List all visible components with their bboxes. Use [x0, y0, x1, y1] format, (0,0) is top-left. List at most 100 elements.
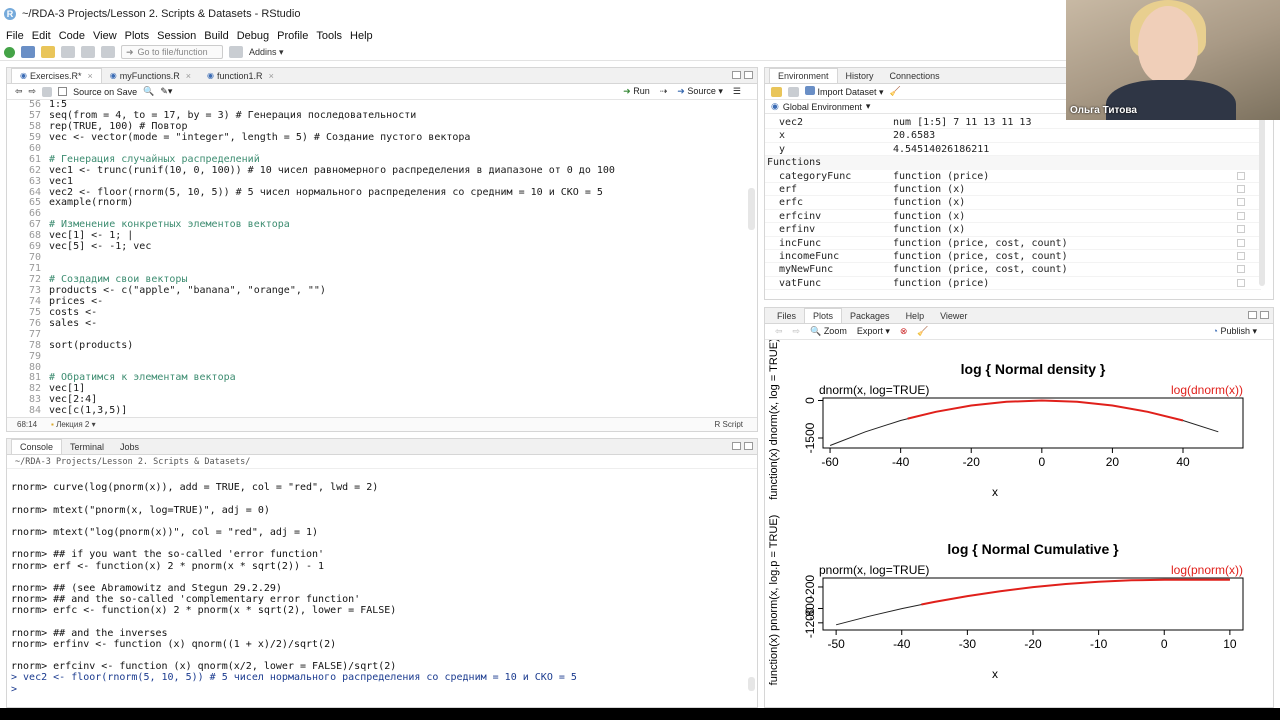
close-tab-icon[interactable]: × [88, 69, 93, 83]
env-function-row[interactable]: erfc function (x) [765, 196, 1261, 210]
menu-file[interactable]: File [4, 29, 30, 43]
view-function-icon[interactable] [1237, 211, 1245, 220]
rerun-icon[interactable]: ⇢ [660, 86, 668, 97]
view-function-icon[interactable] [1237, 278, 1245, 287]
maximize-plots-icon[interactable] [1260, 311, 1269, 319]
menu-profile[interactable]: Profile [275, 29, 314, 43]
file-type[interactable]: R Script [715, 420, 743, 429]
code-line[interactable]: 74 prices <- [7, 296, 747, 308]
code-line[interactable]: 65 example(rnorm) [7, 197, 747, 209]
view-function-icon[interactable] [1237, 238, 1245, 247]
tab-help[interactable]: Help [898, 309, 933, 323]
code-line[interactable]: 81 # Обратимся к элементам вектора [7, 372, 747, 384]
tab-console[interactable]: Console [11, 439, 63, 454]
menu-tools[interactable]: Tools [314, 29, 348, 43]
menu-debug[interactable]: Debug [235, 29, 275, 43]
code-line[interactable]: 59 vec <- vector(mode = "integer", length… [7, 132, 747, 144]
clear-broom-icon[interactable]: 🧹 [890, 86, 901, 97]
env-function-row[interactable]: erf function (x) [765, 183, 1261, 197]
env-function-row[interactable]: myNewFunc function (price, cost, count) [765, 263, 1261, 277]
tab-packages[interactable]: Packages [842, 309, 898, 323]
menu-view[interactable]: View [91, 29, 123, 43]
open-file-icon[interactable] [41, 46, 55, 58]
console-scrollbar[interactable] [748, 677, 755, 691]
previous-plot-icon[interactable]: ⇦ [775, 326, 783, 337]
code-line[interactable]: 75 costs <- [7, 307, 747, 319]
code-line[interactable]: 70 [7, 252, 747, 264]
code-line[interactable]: 63 vec1 [7, 176, 747, 188]
menu-edit[interactable]: Edit [30, 29, 57, 43]
minimize-plots-icon[interactable] [1248, 311, 1257, 319]
console-output[interactable]: rnorm> curve(log(pnorm(x)), add = TRUE, … [7, 471, 747, 695]
env-variable-row[interactable]: y 4.54514026186211 [765, 143, 1261, 157]
source-on-save-checkbox[interactable] [58, 87, 68, 96]
forward-arrow-icon[interactable]: ⇨ [29, 86, 37, 97]
load-workspace-icon[interactable] [771, 86, 782, 97]
tab-connections[interactable]: Connections [882, 69, 948, 83]
addins-menu[interactable]: Addins ▾ [249, 47, 284, 58]
tab-plots[interactable]: Plots [804, 308, 843, 323]
env-function-row[interactable]: erfcinv function (x) [765, 210, 1261, 224]
back-arrow-icon[interactable]: ⇦ [15, 86, 23, 97]
run-button[interactable]: ➜ Run [623, 86, 650, 97]
source-button[interactable]: ➜ Source ▾ [677, 86, 723, 97]
tab-viewer[interactable]: Viewer [932, 309, 975, 323]
editor-scrollbar[interactable] [748, 188, 755, 230]
import-dataset-button[interactable]: Import Dataset ▾ [805, 85, 884, 98]
goto-file-input[interactable]: ➜ Go to file/function [121, 45, 223, 59]
menu-build[interactable]: Build [202, 29, 234, 43]
outline-icon[interactable]: ☰ [733, 86, 741, 97]
tab-exercises-r[interactable]: ◉ Exercises.R* × [11, 68, 102, 83]
grid-layout-icon[interactable] [229, 46, 243, 58]
code-line[interactable]: 62 vec1 <- trunc(runif(10, 0, 100)) # 10 … [7, 165, 747, 177]
view-function-icon[interactable] [1237, 225, 1245, 234]
env-function-row[interactable]: categoryFunc function (price) [765, 170, 1261, 183]
remove-plot-icon[interactable]: ⊗ [900, 326, 908, 337]
code-tools-icon[interactable]: ✎▾ [160, 86, 172, 97]
env-function-row[interactable]: erfinv function (x) [765, 223, 1261, 237]
clear-plots-broom-icon[interactable]: 🧹 [917, 326, 928, 337]
code-line[interactable]: 69 vec[5] <- -1; vec [7, 241, 747, 253]
view-function-icon[interactable] [1237, 265, 1245, 274]
code-line[interactable]: 76 sales <- [7, 318, 747, 330]
code-area[interactable]: 56 1:5 57 seq(from = 4, to = 17, by = 3) # … [7, 100, 747, 416]
tab-myfunctions-r[interactable]: ◉ myFunctions.R × [102, 69, 199, 83]
env-function-row[interactable]: incFunc function (price, cost, count) [765, 237, 1261, 250]
publish-button[interactable]: ◔ Publish ▾ [1212, 326, 1257, 337]
print-icon[interactable] [101, 46, 115, 58]
zoom-button[interactable]: 🔍 Zoom [810, 326, 847, 337]
tab-environment[interactable]: Environment [769, 68, 838, 83]
export-button[interactable]: Export ▾ [857, 326, 890, 337]
code-line[interactable]: 78 sort(products) [7, 340, 747, 352]
view-function-icon[interactable] [1237, 251, 1245, 260]
env-variable-row[interactable]: x 20.6583 [765, 129, 1261, 143]
code-line[interactable]: 79 [7, 351, 747, 363]
menu-plots[interactable]: Plots [123, 29, 155, 43]
save-workspace-icon[interactable] [788, 86, 799, 97]
new-file-icon[interactable] [4, 46, 15, 58]
tab-files[interactable]: Files [769, 309, 804, 323]
tab-history[interactable]: History [838, 69, 882, 83]
menu-help[interactable]: Help [348, 29, 379, 43]
maximize-pane-icon[interactable] [744, 71, 753, 79]
next-plot-icon[interactable]: ⇨ [793, 326, 801, 337]
env-function-row[interactable]: incomeFunc function (price, cost, count) [765, 250, 1261, 264]
code-line[interactable]: 61 # Генерация случайных распределений [7, 154, 747, 166]
search-icon[interactable]: 🔍 [143, 86, 154, 97]
maximize-console-icon[interactable] [744, 442, 753, 450]
code-line[interactable]: 73 products <- c("apple", "banana", "oran… [7, 285, 747, 297]
code-line[interactable]: 82 vec[1] [7, 383, 747, 395]
save-file-icon[interactable] [42, 86, 53, 97]
view-function-icon[interactable] [1237, 171, 1245, 180]
new-project-icon[interactable] [21, 46, 35, 58]
tab-function1-r[interactable]: ◉ function1.R × [199, 69, 282, 83]
tab-jobs[interactable]: Jobs [112, 440, 147, 454]
menu-session[interactable]: Session [155, 29, 202, 43]
code-line[interactable]: 84 vec[c(1,3,5)] [7, 405, 747, 416]
save-all-icon[interactable] [81, 46, 95, 58]
save-icon[interactable] [61, 46, 75, 58]
menu-code[interactable]: Code [57, 29, 91, 43]
view-function-icon[interactable] [1237, 198, 1245, 207]
environment-scrollbar[interactable] [1259, 116, 1265, 286]
close-tab-icon[interactable]: × [186, 69, 191, 83]
